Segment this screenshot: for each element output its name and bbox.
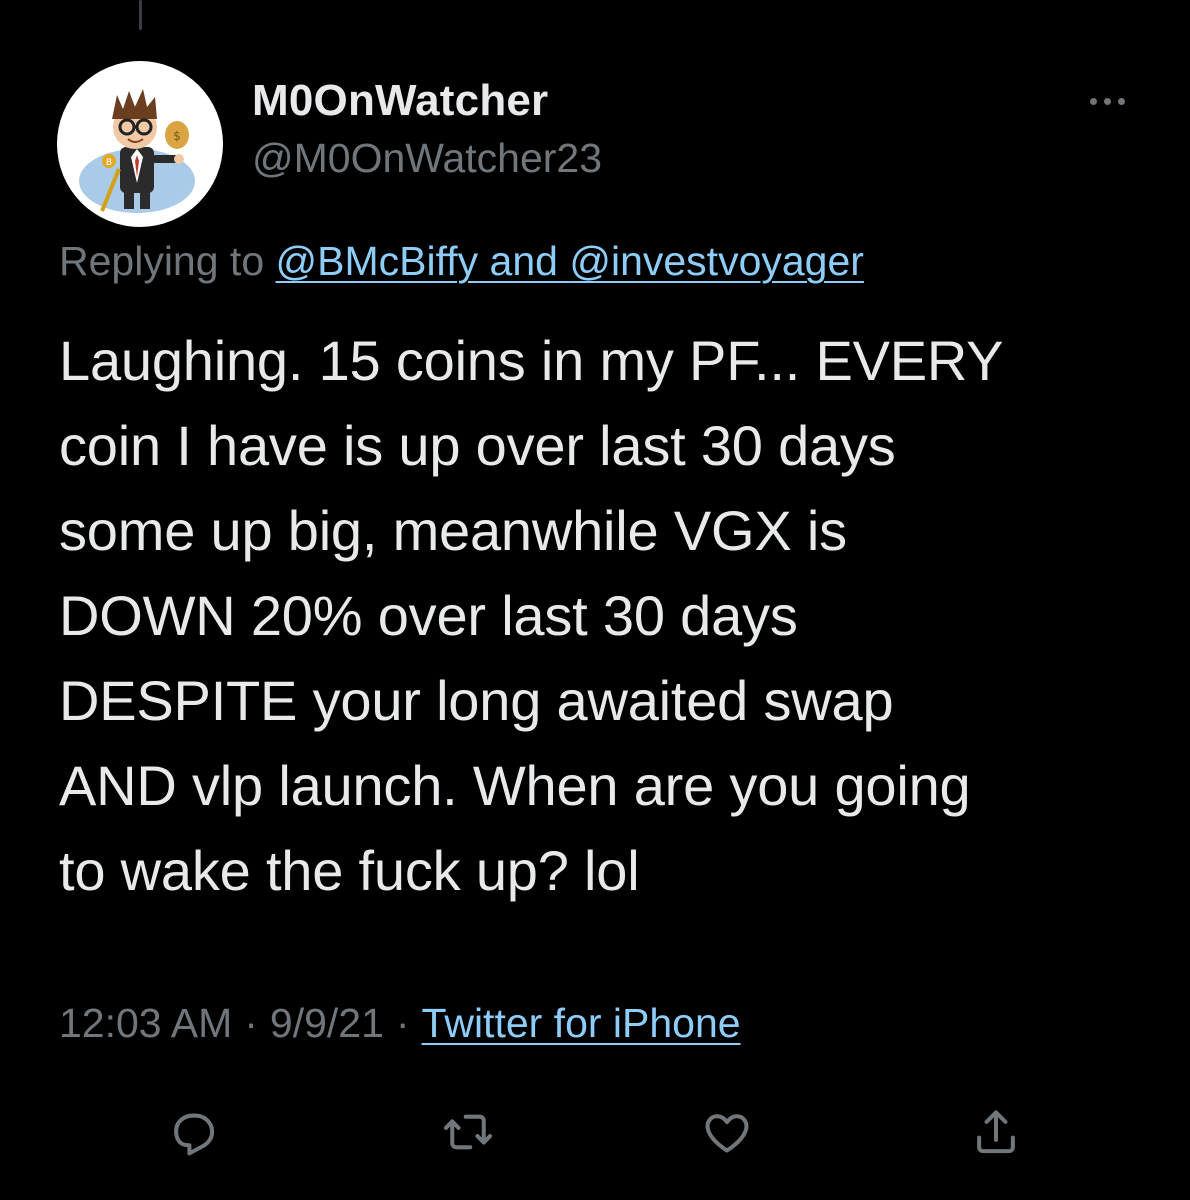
mention-bmcbiffy: @BMcBiffy [275,238,479,284]
tweet-actions-bar [0,1102,1190,1162]
meta-separator: · [244,1000,258,1046]
replying-to-line: Replying to @BMcBiffy and @investvoyager [59,238,864,285]
thread-connector-line [139,0,142,30]
tweet-text-line: coin I have is up over last 30 days [59,414,896,477]
tweet-text-line: DESPITE your long awaited swap [59,669,894,732]
more-dot-icon [1117,97,1125,105]
tweet-text-line: DOWN 20% over last 30 days [59,584,798,647]
tweet-text-line: Laughing. 15 coins in my PF... EVERY [59,329,1004,392]
more-dot-icon [1089,97,1097,105]
tweet-source-link[interactable]: Twitter for iPhone [422,1000,741,1046]
tweet-text-line: some up big, meanwhile VGX is [59,499,847,562]
tweet-text-line: AND vlp launch. When are you going [59,754,971,817]
avatar[interactable]: $ B [57,61,223,227]
tweet-metadata: 12:03 AM · 9/9/21 · Twitter for iPhone [59,1000,741,1047]
like-button[interactable] [697,1102,757,1162]
meta-separator: · [395,1000,410,1046]
tweet-text-line: to wake the fuck up? lol [59,839,640,902]
reply-button[interactable] [163,1102,223,1162]
svg-text:$: $ [173,129,181,143]
share-button[interactable] [966,1102,1026,1162]
share-icon [977,1110,1015,1154]
mention-and: and [478,238,570,284]
display-name[interactable]: M0OnWatcher [252,76,548,126]
more-dot-icon [1103,97,1111,105]
tweet-time[interactable]: 12:03 AM [59,1000,232,1046]
avatar-cartoon-image: $ B [79,89,195,213]
more-options-button[interactable] [1082,86,1132,116]
replying-to-label: Replying to [59,238,276,284]
svg-text:B: B [106,158,112,168]
reply-icon [174,1113,215,1156]
user-handle[interactable]: @M0OnWatcher23 [252,135,602,182]
like-icon [705,1114,749,1153]
tweet-date[interactable]: 9/9/21 [270,1000,384,1046]
retweet-button[interactable] [438,1102,498,1162]
tweet-text: Laughing. 15 coins in my PF... EVERY coi… [59,318,1159,913]
mention-investvoyager: @investvoyager [569,238,864,284]
retweet-icon [443,1114,493,1150]
reply-mentions-link[interactable]: @BMcBiffy and @investvoyager [276,238,864,284]
